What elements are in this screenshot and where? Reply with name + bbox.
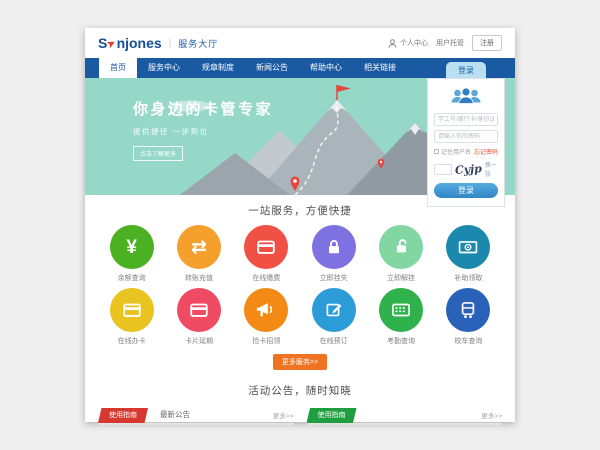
service-label: 立即解挂 bbox=[367, 273, 434, 283]
login-form: 记住用户名 忘记密码 Cyjp 换一张 登录 bbox=[427, 78, 505, 207]
service-item[interactable]: 捡卡招领 bbox=[233, 288, 300, 346]
card-icon bbox=[177, 288, 221, 332]
megaphone-icon bbox=[244, 288, 288, 332]
username-input[interactable] bbox=[434, 113, 498, 126]
banner-text: 你身边的卡管专家 提供捷径 一步到位 点击了解更多 bbox=[133, 98, 273, 161]
captcha-image: Cyjp bbox=[455, 162, 483, 177]
service-item[interactable]: 卡片延期 bbox=[165, 288, 232, 346]
forgot-password-link[interactable]: 忘记密码 bbox=[474, 147, 498, 156]
banner-cta-button[interactable]: 点击了解更多 bbox=[133, 146, 183, 161]
register-button[interactable]: 注册 bbox=[472, 35, 502, 51]
ribbon[interactable]: 使用指南 bbox=[307, 408, 357, 423]
person-icon bbox=[388, 39, 397, 48]
service-label: 考勤查询 bbox=[367, 336, 434, 346]
service-item[interactable]: ¥ 余额查询 bbox=[98, 225, 165, 283]
yen-icon: ¥ bbox=[110, 225, 154, 269]
page-card: S➤njones | 服务大厅 个人中心 用户托管 注册 首页 服务中心 规章制… bbox=[85, 28, 515, 422]
service-label: 卡片延期 bbox=[165, 336, 232, 346]
logo-divider: | bbox=[169, 38, 172, 49]
service-label: 补助领取 bbox=[435, 273, 502, 283]
remember-checkbox[interactable] bbox=[434, 149, 439, 154]
users-icon bbox=[446, 86, 486, 108]
bus-icon bbox=[446, 288, 490, 332]
more-link[interactable]: 更多>> bbox=[481, 410, 502, 423]
service-item[interactable]: 补助领取 bbox=[435, 225, 502, 283]
more-link[interactable]: 更多>> bbox=[273, 410, 294, 423]
service-label: 余额查询 bbox=[98, 273, 165, 283]
banner-subtitle: 提供捷径 一步到位 bbox=[133, 126, 273, 137]
login-options: 记住用户名 忘记密码 bbox=[434, 147, 498, 156]
service-label: 在线缴费 bbox=[233, 273, 300, 283]
remember-label: 记住用户名 bbox=[441, 147, 471, 156]
login-tab[interactable]: 登录 bbox=[446, 62, 486, 78]
hero-banner: 你身边的卡管专家 提供捷径 一步到位 点击了解更多 登录 记住用户名 忘记密码 bbox=[85, 78, 515, 195]
service-label: 立即挂失 bbox=[300, 273, 367, 283]
more-services-button[interactable]: 更多服务>> bbox=[273, 354, 327, 370]
nav-item-links[interactable]: 相关链接 bbox=[353, 58, 407, 78]
user-center-link[interactable]: 个人中心 bbox=[400, 38, 428, 48]
service-item[interactable]: 在线预订 bbox=[300, 288, 367, 346]
service-item[interactable]: 校车查询 bbox=[435, 288, 502, 346]
nav-item-news[interactable]: 新闻公告 bbox=[245, 58, 299, 78]
latest-news-tab[interactable]: 最新公告 bbox=[160, 409, 190, 423]
services-section: 一站服务，方便快捷 ¥余额查询⇄转账充值在线缴费立即挂失立即解挂补助领取在线办卡… bbox=[85, 195, 515, 370]
header: S➤njones | 服务大厅 个人中心 用户托管 注册 bbox=[85, 28, 515, 58]
service-label: 转账充值 bbox=[165, 273, 232, 283]
card-icon bbox=[244, 225, 288, 269]
announcement-columns: 使用指南 最新公告 更多>> 使用指南 更多>> bbox=[85, 408, 515, 425]
announcement-head: 使用指南 最新公告 更多>> bbox=[98, 408, 294, 425]
captcha-refresh-link[interactable]: 换一张 bbox=[485, 160, 498, 178]
nav-item-service-center[interactable]: 服务中心 bbox=[137, 58, 191, 78]
keypad-icon bbox=[379, 288, 423, 332]
announcements-section: 活动公告，随时知晓 使用指南 最新公告 更多>> 使用指南 更多>> bbox=[85, 383, 515, 425]
service-label: 捡卡招领 bbox=[233, 336, 300, 346]
service-label: 校车查询 bbox=[435, 336, 502, 346]
user-host-link[interactable]: 用户托管 bbox=[436, 38, 464, 48]
ribbon[interactable]: 使用指南 bbox=[98, 408, 148, 423]
header-right: 个人中心 用户托管 注册 bbox=[388, 35, 502, 51]
nav-item-home[interactable]: 首页 bbox=[99, 58, 137, 78]
services-grid: ¥ 余额查询 ⇄ 转账充值在线缴费立即挂失立即解挂补助领取在线办卡卡片延期捡卡招领在线… bbox=[98, 225, 502, 346]
service-item[interactable]: 立即挂失 bbox=[300, 225, 367, 283]
login-panel: 登录 记住用户名 忘记密码 Cyjp 换一张 bbox=[427, 62, 505, 207]
service-item[interactable]: 在线办卡 bbox=[98, 288, 165, 346]
announcement-head: 使用指南 更多>> bbox=[307, 408, 503, 425]
service-item[interactable]: 立即解挂 bbox=[367, 225, 434, 283]
transfer-icon: ⇄ bbox=[177, 225, 221, 269]
lock-icon bbox=[312, 225, 356, 269]
card-icon bbox=[110, 288, 154, 332]
logo-text: njones bbox=[117, 35, 162, 51]
unlock-icon bbox=[379, 225, 423, 269]
nav-item-help[interactable]: 帮助中心 bbox=[299, 58, 353, 78]
service-item[interactable]: ⇄ 转账充值 bbox=[165, 225, 232, 283]
announcement-column-right: 使用指南 更多>> bbox=[307, 408, 503, 425]
captcha-input[interactable] bbox=[434, 164, 452, 175]
banner-title: 你身边的卡管专家 bbox=[133, 98, 273, 119]
site-name: 服务大厅 bbox=[178, 37, 218, 50]
nav-item-rules[interactable]: 规章制度 bbox=[191, 58, 245, 78]
announcement-column-left: 使用指南 最新公告 更多>> bbox=[98, 408, 294, 425]
service-label: 在线办卡 bbox=[98, 336, 165, 346]
service-item[interactable]: 考勤查询 bbox=[367, 288, 434, 346]
password-input[interactable] bbox=[434, 130, 498, 143]
login-submit-button[interactable]: 登录 bbox=[434, 183, 498, 198]
edit-icon bbox=[312, 288, 356, 332]
captcha-row: Cyjp 换一张 bbox=[434, 160, 498, 178]
service-label: 在线预订 bbox=[300, 336, 367, 346]
announcements-title: 活动公告，随时知晓 bbox=[85, 383, 515, 398]
service-item[interactable]: 在线缴费 bbox=[233, 225, 300, 283]
logo[interactable]: S➤njones bbox=[98, 35, 162, 51]
banknote-icon bbox=[446, 225, 490, 269]
